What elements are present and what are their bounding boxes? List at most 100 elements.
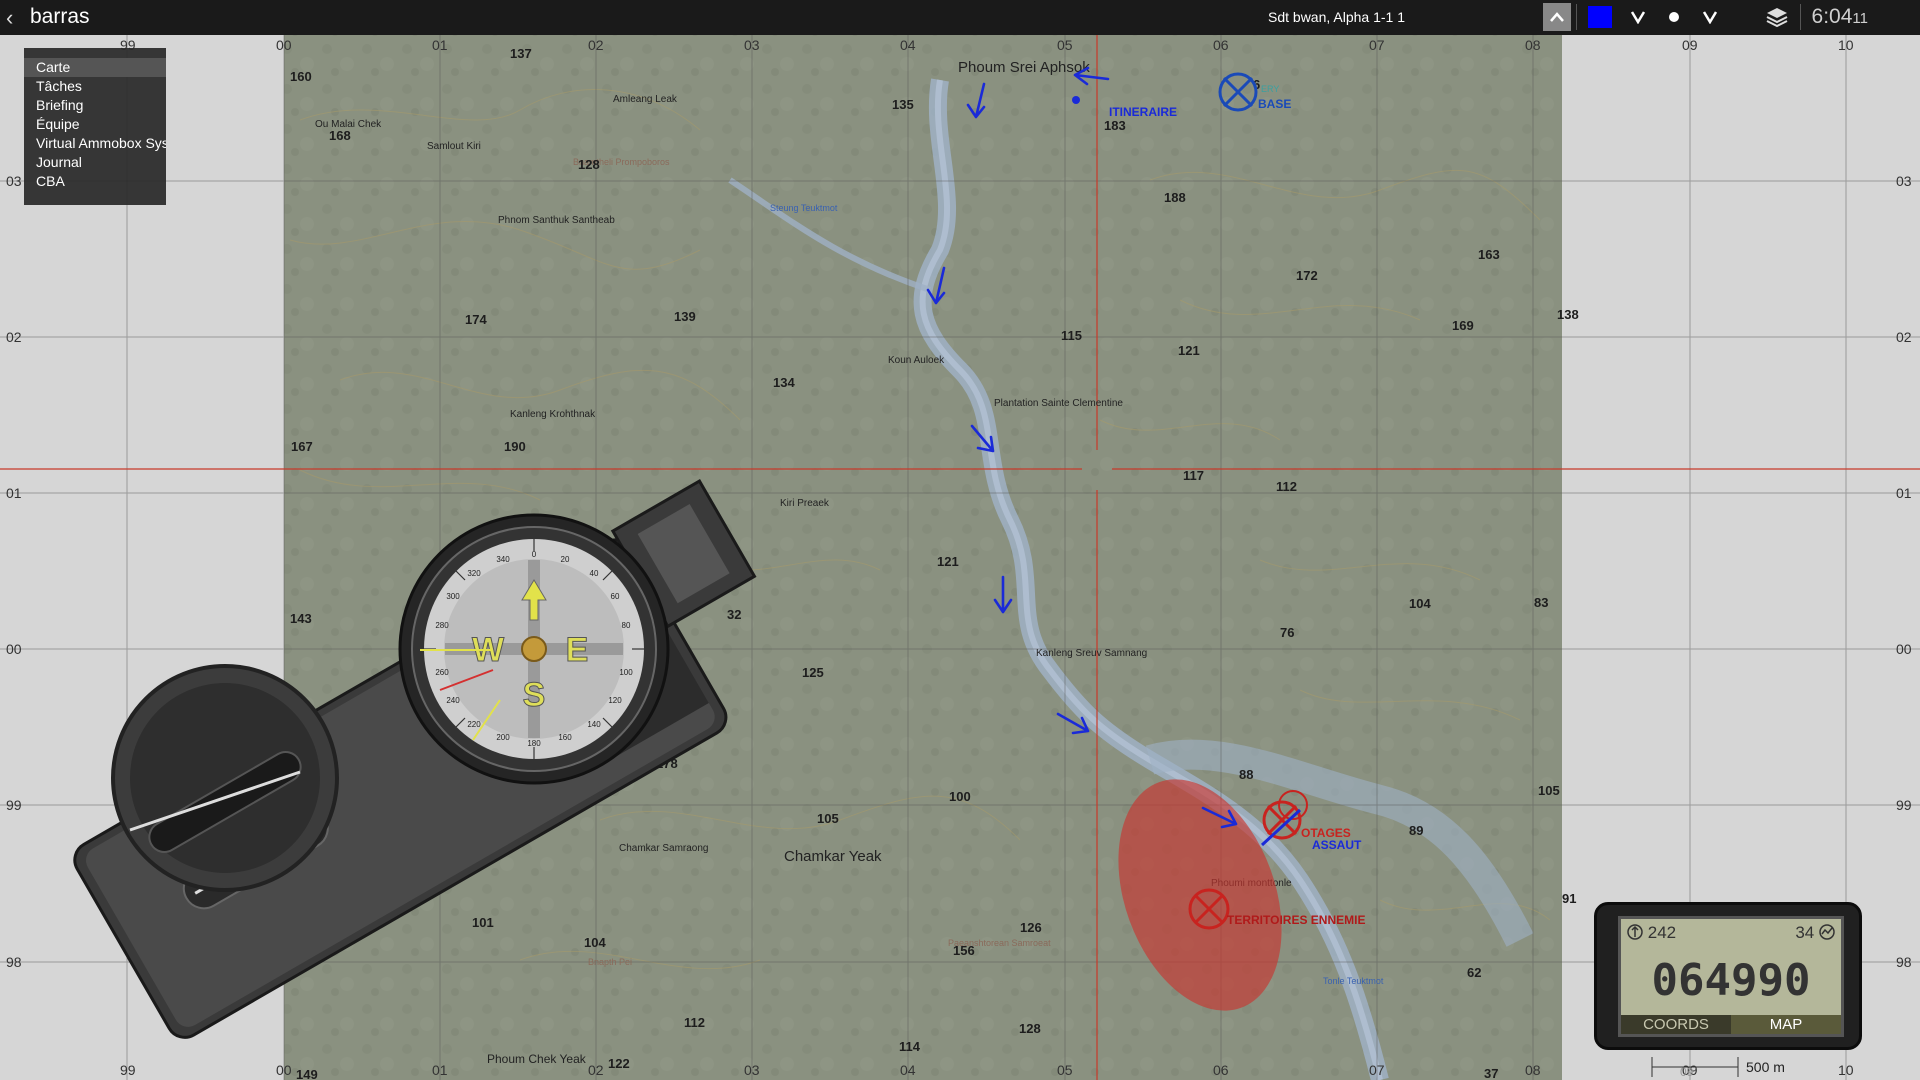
svg-text:260: 260 [435, 668, 449, 677]
grid-label-top: 03 [744, 37, 760, 53]
place-name: Tonle Teuktmot [1323, 976, 1384, 986]
elevation-label: 37 [1484, 1066, 1498, 1080]
gps-coords-value: 064990 [1651, 955, 1811, 1006]
svg-text:BASE: BASE [1258, 97, 1291, 111]
grid-label-left: 03 [6, 173, 22, 189]
gps-heading: 242 [1627, 923, 1676, 943]
grid-label-bottom: 02 [588, 1062, 604, 1078]
grid-label-top: 05 [1057, 37, 1073, 53]
elevation-label: 172 [1296, 268, 1318, 283]
elevation-label: 134 [773, 375, 795, 390]
elevation-label: 143 [290, 611, 312, 626]
place-name: Phoum Chek Yeak [487, 1052, 587, 1066]
menu-item-journal[interactable]: Journal [24, 153, 166, 172]
svg-text:60: 60 [611, 592, 620, 601]
svg-text:140: 140 [587, 720, 601, 729]
grid-label-top: 04 [900, 37, 916, 53]
elevation-label: 163 [1478, 247, 1500, 262]
svg-text:100: 100 [619, 668, 633, 677]
elevation-label: 76 [1280, 625, 1294, 640]
gps-screen: 242 34 064990 COORDS MAP [1618, 916, 1844, 1037]
svg-text:280: 280 [435, 621, 449, 630]
elevation-label: 91 [1562, 891, 1576, 906]
layers-icon[interactable] [1763, 3, 1791, 31]
grid-label-bottom: 05 [1057, 1062, 1073, 1078]
svg-text:220: 220 [467, 720, 481, 729]
elevation-label: 104 [1409, 596, 1431, 611]
svg-text:0: 0 [532, 550, 537, 559]
elevation-label: 174 [465, 312, 487, 327]
back-chevron-icon[interactable]: ‹ [6, 5, 13, 31]
elevation-label: 104 [584, 935, 606, 950]
elevation-label: 83 [1534, 595, 1548, 610]
elevation-label: 128 [578, 157, 600, 172]
menu-item-vas[interactable]: Virtual Ammobox System [24, 134, 166, 153]
grid-label-top: 10 [1838, 37, 1854, 53]
menu-item-briefing[interactable]: Briefing [24, 96, 166, 115]
grid-label-left: 01 [6, 485, 22, 501]
grid-label-left: 99 [6, 797, 22, 813]
elevation-label: 112 [684, 1015, 705, 1030]
svg-text:180: 180 [527, 739, 541, 748]
grid-label-bottom: 00 [276, 1062, 292, 1078]
grid-label-top: 09 [1682, 37, 1698, 53]
elevation-label: 183 [1104, 118, 1126, 133]
elevation-label: 121 [1178, 343, 1200, 358]
place-name: Chamkar Yeak [784, 848, 882, 865]
elevation-label: 156 [953, 943, 975, 958]
grid-label-right: 00 [1896, 641, 1912, 657]
menu-item-cba[interactable]: CBA [24, 172, 166, 191]
elevation-label: 115 [1061, 328, 1082, 343]
grid-label-top: 01 [432, 37, 448, 53]
place-name: Samlout Kiri [427, 141, 481, 152]
marker-type-dot-icon[interactable] [1660, 3, 1688, 31]
color-dropdown-chevron-icon[interactable] [1624, 3, 1652, 31]
svg-text:80: 80 [622, 621, 631, 630]
elevation-label: 190 [504, 439, 526, 454]
scale-grid-tick: 09 [1680, 1065, 1694, 1079]
waypoint-dot [1072, 96, 1080, 104]
grid-label-bottom: 99 [120, 1062, 136, 1078]
place-name: Kanleng Sreuv Samnang [1036, 648, 1147, 659]
grid-label-right: 02 [1896, 329, 1912, 345]
mission-time: 6:0411 [1811, 5, 1868, 28]
gps-map-button[interactable]: MAP [1731, 1015, 1841, 1034]
marker-color-swatch[interactable] [1586, 3, 1614, 31]
elevation-label: 188 [1164, 190, 1186, 205]
svg-text:TERRITOIRES ENNEMIE: TERRITOIRES ENNEMIE [1227, 913, 1365, 927]
svg-text:160: 160 [558, 733, 572, 742]
grid-label-right: 03 [1896, 173, 1912, 189]
map-scale-bar: 09 500 m [1651, 1057, 1785, 1079]
place-name: Phoum Srei Aphsok [958, 59, 1090, 76]
gps-coords-button[interactable]: COORDS [1621, 1015, 1731, 1034]
menu-item-carte[interactable]: Carte [24, 58, 166, 77]
svg-text:200: 200 [496, 733, 510, 742]
elevation-label: 135 [892, 97, 914, 112]
menu-item-equipe[interactable]: Équipe [24, 115, 166, 134]
menu-item-taches[interactable]: Tâches [24, 77, 166, 96]
scale-label: 500 m [1746, 1059, 1785, 1075]
player-name: Sdt bwan, Alpha 1-1 1 [1268, 9, 1405, 25]
svg-text:120: 120 [608, 696, 622, 705]
elevation-label: 138 [1557, 307, 1579, 322]
marker-dropdown-chevron-icon[interactable] [1696, 3, 1724, 31]
svg-text:ERY: ERY [1261, 84, 1279, 94]
elevation-label: 89 [1409, 823, 1423, 838]
grid-label-top: 00 [276, 37, 292, 53]
grid-label-top: 08 [1525, 37, 1541, 53]
elevation-label: 105 [817, 811, 839, 826]
compass-pivot [521, 636, 547, 662]
elevation-label: 169 [1452, 318, 1474, 333]
grid-label-bottom: 10 [1838, 1062, 1854, 1078]
grid-label-top: 07 [1369, 37, 1385, 53]
mission-name: barras [30, 5, 90, 28]
svg-text:240: 240 [446, 696, 460, 705]
grid-label-bottom: 08 [1525, 1062, 1541, 1078]
gps-heading-icon [1627, 924, 1643, 940]
elevation-label: 167 [291, 439, 313, 454]
collapse-up-icon[interactable] [1543, 3, 1571, 31]
grid-label-right: 01 [1896, 485, 1912, 501]
elevation-label: 160 [290, 69, 312, 84]
elevation-label: 168 [329, 128, 351, 143]
place-name: Kiri Preaek [780, 498, 830, 509]
